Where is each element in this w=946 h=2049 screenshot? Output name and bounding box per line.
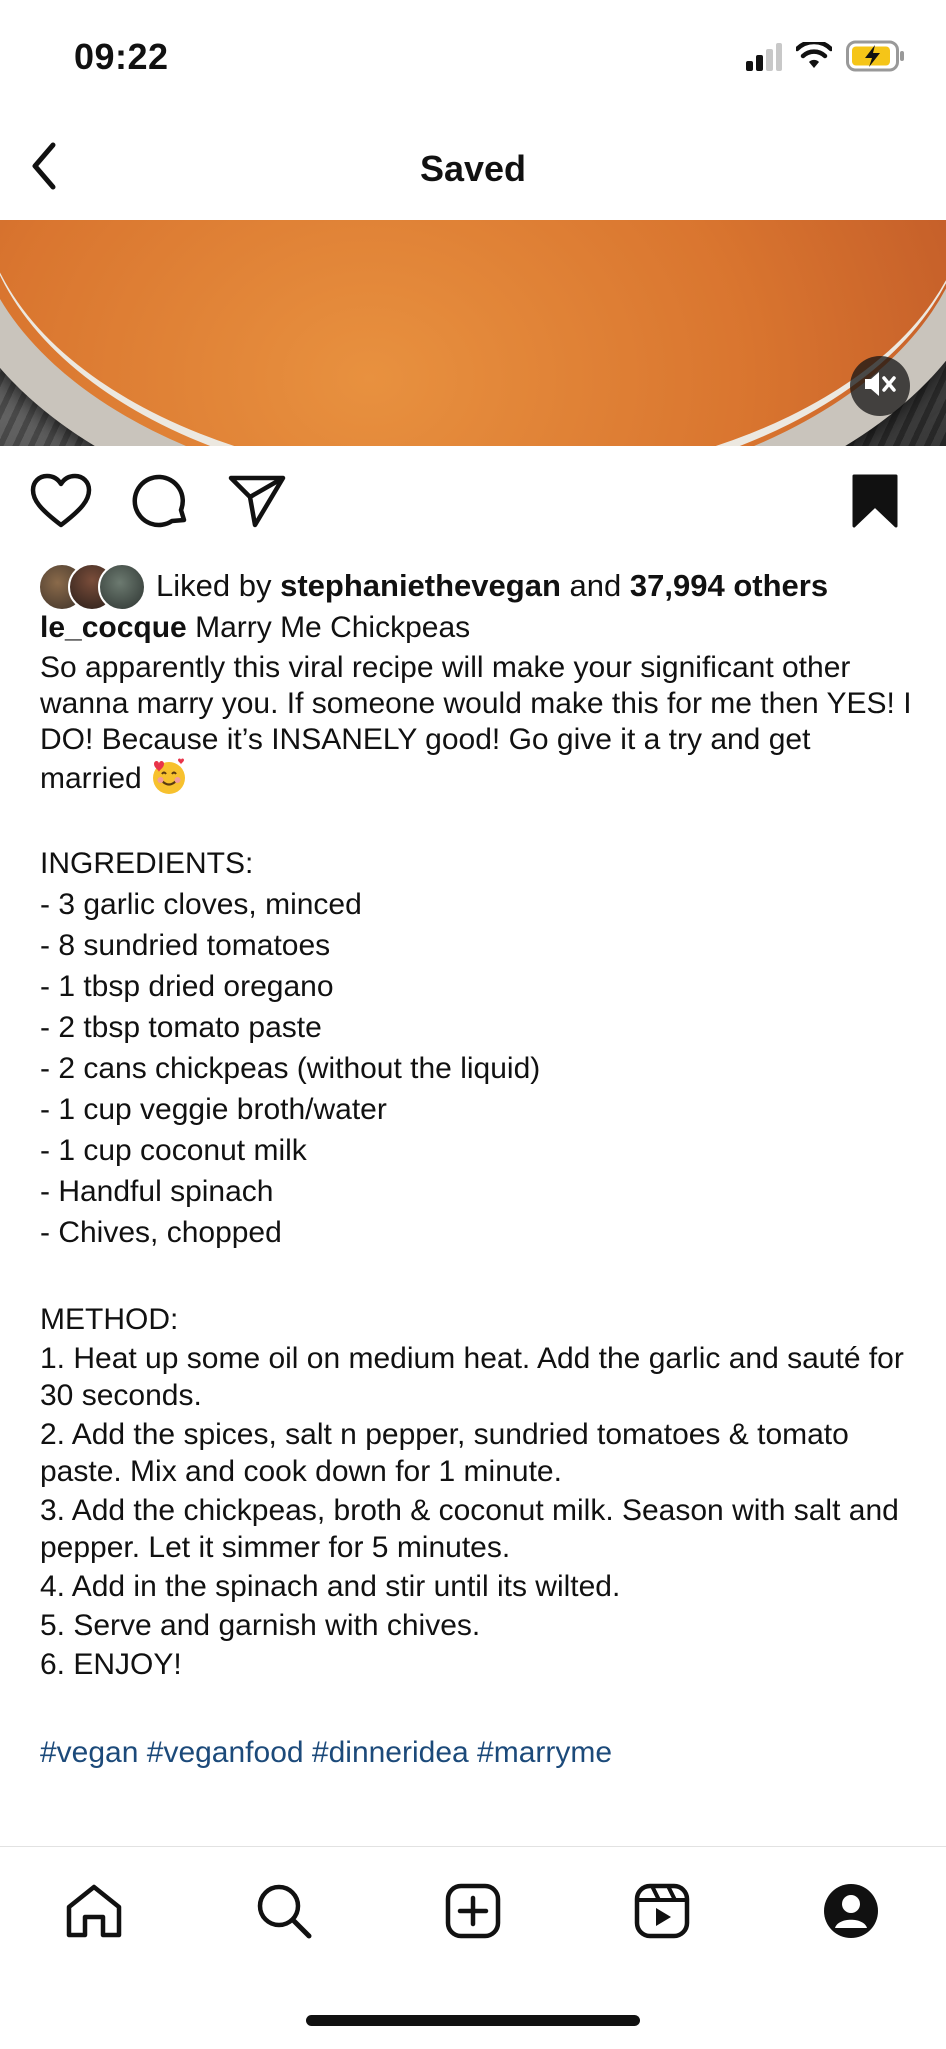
home-indicator — [306, 2015, 640, 2026]
share-button[interactable] — [224, 470, 290, 536]
caption-hashtags[interactable]: #vegan #veganfood #dinneridea #marryme — [40, 1736, 612, 1770]
likes-count[interactable]: 37,994 others — [630, 568, 828, 603]
tab-search[interactable] — [244, 1873, 324, 1953]
post-video[interactable] — [0, 220, 946, 446]
likes-row[interactable]: Liked by stephaniethevegan and 37,994 ot… — [38, 562, 828, 611]
method-step: 2. Add the spices, salt n pepper, sundri… — [40, 1418, 849, 1488]
tab-profile[interactable] — [811, 1873, 891, 1953]
cellular-signal-icon — [746, 41, 782, 76]
bottom-tab-bar — [0, 1846, 946, 2049]
status-icons — [746, 39, 906, 77]
save-button[interactable] — [842, 470, 908, 536]
liker-avatars — [38, 563, 146, 611]
method-step: 3. Add the chickpeas, broth & coconut mi… — [40, 1494, 899, 1564]
method-header: METHOD: — [40, 1303, 179, 1336]
tab-create[interactable] — [433, 1873, 513, 1953]
ingredient-item: - 2 tbsp tomato paste — [40, 1011, 322, 1044]
speaker-muted-icon — [863, 369, 897, 404]
heart-icon — [30, 473, 92, 534]
search-icon — [255, 1882, 313, 1945]
comment-icon — [132, 472, 190, 535]
tab-reels[interactable] — [622, 1873, 702, 1953]
caption-username[interactable]: le_cocque — [40, 611, 187, 644]
status-bar: 09:22 — [0, 0, 946, 120]
caption-header: le_cocque Marry Me Chickpeas — [40, 610, 920, 646]
mute-button[interactable] — [850, 356, 910, 416]
method-step: 4. Add in the spinach and stir until its… — [40, 1570, 621, 1603]
home-icon — [65, 1883, 123, 1944]
wifi-icon — [794, 39, 834, 75]
create-post-icon — [445, 1883, 501, 1944]
liker-username[interactable]: stephaniethevegan — [280, 568, 561, 603]
caption-intro-block: So apparently this viral recipe will mak… — [40, 650, 920, 797]
battery-charging-icon — [846, 40, 906, 77]
ingredient-item: - Handful spinach — [40, 1175, 274, 1208]
reels-icon — [634, 1883, 690, 1944]
smiling-face-with-hearts-icon — [150, 758, 188, 796]
method-section: METHOD: 1. Heat up some oil on medium he… — [40, 1299, 920, 1683]
profile-icon — [822, 1882, 880, 1945]
caption-title: Marry Me Chickpeas — [195, 611, 471, 644]
post-caption: le_cocque Marry Me Chickpeas So apparent… — [40, 610, 920, 1685]
method-step: 1. Heat up some oil on medium heat. Add … — [40, 1342, 904, 1412]
nav-bar: Saved — [0, 120, 946, 220]
post-actions — [0, 470, 946, 540]
ingredient-item: - Chives, chopped — [40, 1216, 282, 1249]
share-icon — [227, 473, 287, 534]
ingredient-item: - 1 cup veggie broth/water — [40, 1093, 387, 1126]
status-time: 09:22 — [74, 36, 169, 77]
comment-button[interactable] — [128, 470, 194, 536]
bookmark-icon — [851, 473, 899, 534]
ingredient-item: - 2 cans chickpeas (without the liquid) — [40, 1052, 541, 1085]
ingredient-item: - 1 cup coconut milk — [40, 1134, 307, 1167]
likes-text: Liked by stephaniethevegan and 37,994 ot… — [156, 568, 828, 604]
likes-joiner: and — [569, 568, 622, 603]
likes-prefix: Liked by — [156, 568, 272, 603]
ingredient-item: - 8 sundried tomatoes — [40, 929, 331, 962]
avatar — [98, 563, 146, 611]
like-button[interactable] — [28, 470, 94, 536]
ingredient-item: - 3 garlic cloves, minced — [40, 888, 362, 921]
ingredient-item: - 1 tbsp dried oregano — [40, 970, 334, 1003]
tab-home[interactable] — [54, 1873, 134, 1953]
ingredients-section: INGREDIENTS: - 3 garlic cloves, minced -… — [40, 843, 920, 1253]
ingredients-header: INGREDIENTS: — [40, 847, 254, 880]
page-title: Saved — [419, 148, 527, 189]
method-step: 6. ENJOY! — [40, 1648, 182, 1681]
method-step: 5. Serve and garnish with chives. — [40, 1609, 481, 1642]
bowl-edge — [0, 220, 946, 446]
